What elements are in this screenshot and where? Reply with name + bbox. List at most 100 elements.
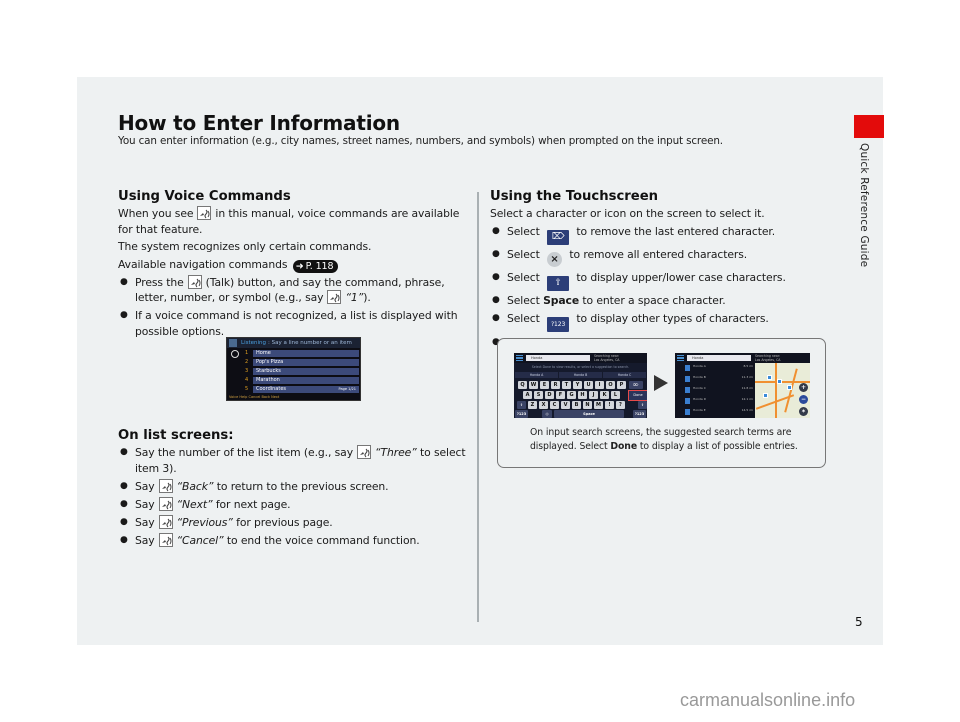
list-screen-bullet: Say “Next” for next page. <box>118 496 473 513</box>
result-item: Honda A 8.5 mi <box>685 364 753 374</box>
voice-intro-text: When you see <box>118 207 194 220</box>
symbols-icon: ?123 <box>547 317 570 332</box>
keyboard-key: D <box>545 391 554 399</box>
backspace-key: ⌦ <box>629 381 643 389</box>
item-number: 2 <box>245 359 249 365</box>
suggestion: Honda A <box>515 372 558 378</box>
keyboard-screen-image: Honda Searching near: Los Angeles, CA Sel… <box>514 353 647 418</box>
voice-commands-heading: Using Voice Commands <box>118 189 291 204</box>
result-name: Honda E <box>693 408 706 412</box>
keyboard-key: O <box>606 381 615 389</box>
watermark: carmanualsonline.info <box>680 690 856 710</box>
bullet-text: Select <box>507 312 540 325</box>
keyboard-key: ? <box>616 401 625 409</box>
menu-icon <box>516 355 523 361</box>
voice-bullet-talk: Press the(Talk) button, and say the comm… <box>118 274 473 306</box>
list-screen-bullet: Say “Previous” for previous page. <box>118 514 473 531</box>
talk-icon <box>158 532 173 547</box>
keyboard-screen-header: Honda Searching near: Los Angeles, CA <box>514 353 647 363</box>
result-pin-icon <box>685 387 690 393</box>
bullet-text: Say <box>135 533 155 547</box>
voice-prompt: : Say a line number or an item <box>268 340 352 346</box>
page-reference-link[interactable]: ➜ P. 118 <box>292 259 339 273</box>
voice-bullets: Press the(Talk) button, and say the comm… <box>118 274 473 340</box>
searching-near: Searching near: Los Angeles, CA <box>594 354 619 362</box>
bullet-quote: “Back” <box>176 479 214 493</box>
bullet-text: to remove the last entered character. <box>576 224 776 238</box>
keyboard-key: C <box>550 401 559 409</box>
list-screen-bullet: Say the number of the list item (e.g., s… <box>118 445 473 476</box>
figure-caption: On input search screens, the suggested s… <box>530 426 810 454</box>
map-pin <box>777 379 782 384</box>
bullet-quote: “Next” <box>176 497 213 511</box>
list-screens-section: On list screens: Say the number of the l… <box>118 428 473 551</box>
map-road <box>775 363 777 418</box>
result-item: Honda C 11.8 mi <box>685 386 753 396</box>
bullet-text: Select <box>507 224 540 238</box>
result-distance: 14.5 mi <box>741 408 753 412</box>
bullet-text: Say the number of the list item (e.g., s… <box>135 446 353 459</box>
voice-list-item: Marathon <box>253 377 359 384</box>
space-key: Space <box>554 410 624 418</box>
searching-near: Searching near: Los Angeles, CA <box>755 354 780 362</box>
bullet-text: Press the <box>135 275 184 289</box>
bullet-text: for next page. <box>215 497 291 511</box>
voice-list-item: Pop's Pizza <box>253 359 359 366</box>
talk-icon <box>327 290 342 304</box>
page-subtitle: You can enter information (e.g., city na… <box>118 135 723 147</box>
voice-list-item: Starbucks <box>253 368 359 375</box>
result-pin-icon <box>685 409 690 415</box>
result-distance: 12.1 mi <box>741 397 753 401</box>
result-name: Honda C <box>693 386 706 390</box>
result-pin-icon <box>685 365 690 371</box>
symbols-key: ?123 <box>633 410 646 418</box>
arrow-right-icon <box>654 375 668 391</box>
arrow-right-icon: ➜ <box>295 260 304 272</box>
search-field: Honda <box>687 355 751 361</box>
item-number: 3 <box>245 368 249 374</box>
bullet-text: for previous page. <box>236 515 333 529</box>
shift-key: ⇧ <box>638 401 647 409</box>
keyboard-key: T <box>562 381 571 389</box>
keyboard-key: R <box>551 381 560 389</box>
keyboard-key: X <box>539 401 548 409</box>
results-list: Honda A 8.5 mi Honda B 11.3 mi Honda C 11.8 m… <box>675 363 755 418</box>
search-field: Honda <box>526 355 590 361</box>
keyboard-key: M <box>594 401 603 409</box>
keyboard-key: K <box>600 391 609 399</box>
result-item: Honda D 12.1 mi <box>685 397 753 407</box>
results-screen-header: Honda Searching near: Los Angeles, CA <box>675 353 810 363</box>
zoom-in-icon: + <box>799 383 808 392</box>
bullet-text: to end the voice command function. <box>226 533 420 547</box>
keyboard-key: S <box>534 391 543 399</box>
keyboard-key: Z <box>528 401 537 409</box>
bullet-text: to display other types of characters. <box>576 312 769 325</box>
side-section-label: Quick Reference Guide <box>858 143 870 268</box>
voice-nav-commands: Available navigation commands ➜ P. 118 <box>118 257 473 273</box>
bullet-quote: “Three” <box>375 446 417 459</box>
nav-commands-text: Available navigation commands <box>118 257 288 271</box>
bullet-text: Select <box>507 248 540 261</box>
result-item: Honda E 14.5 mi <box>685 408 753 418</box>
mic-icon <box>229 339 237 347</box>
keyboard-key: H <box>578 391 587 399</box>
list-screen-bullet: Say “Back” to return to the previous scre… <box>118 478 473 495</box>
map-pin <box>767 375 772 380</box>
bullet-quote: “1” <box>345 291 364 304</box>
talk-icon <box>197 206 212 220</box>
result-distance: 11.8 mi <box>741 386 753 390</box>
keyboard-key: L <box>611 391 620 399</box>
bullet-text: to enter a space character. <box>582 294 726 307</box>
talk-icon <box>158 496 173 511</box>
keyboard-key: N <box>583 401 592 409</box>
keyboard-key: V <box>561 401 570 409</box>
map-pin <box>763 393 768 398</box>
result-item: Honda B 11.3 mi <box>685 375 753 385</box>
item-number: 1 <box>245 350 249 356</box>
touchscreen-section: Using the Touchscreen Select a character… <box>490 189 830 358</box>
page-number: 5 <box>855 615 863 629</box>
result-name: Honda B <box>693 375 706 379</box>
caption-text: to display a list of possible entries. <box>639 441 798 452</box>
result-distance: 8.5 mi <box>743 364 753 368</box>
result-pin-icon <box>685 398 690 404</box>
